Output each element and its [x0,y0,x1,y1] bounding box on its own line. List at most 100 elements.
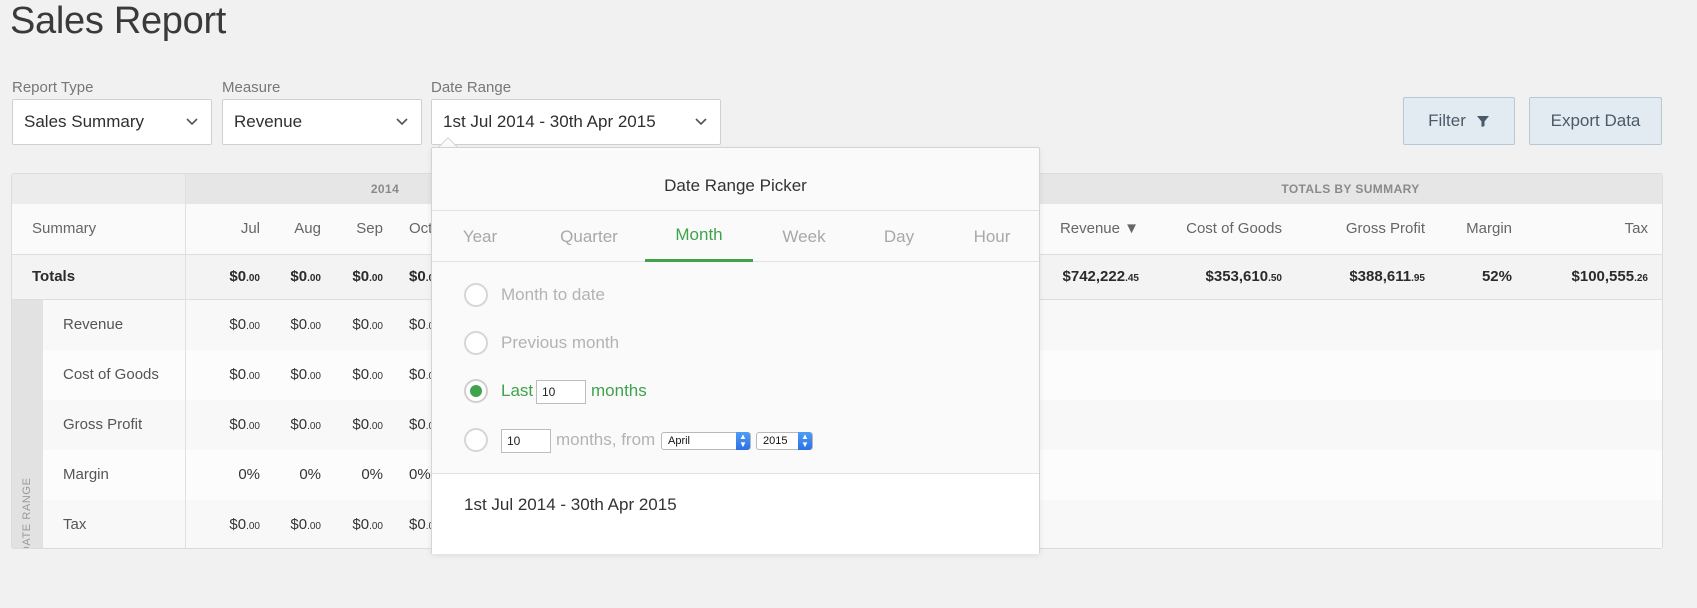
from-year-select[interactable]: 2015 ▲ ▼ [756,432,813,450]
date-range-label: Date Range [431,79,512,96]
cell-amount: $0 [290,316,308,333]
cell-cents: .00 [369,273,383,284]
table-cell: $100,555.26 [1572,268,1648,285]
cell-cents: .00 [246,521,260,532]
summary-col-cost-of-goods[interactable]: Cost of Goods [1186,220,1282,237]
summary-col-tax[interactable]: Tax [1625,220,1648,237]
cell-cents: .00 [307,273,321,284]
picker-footer: 1st Jul 2014 - 30th Apr 2015 [432,473,1039,554]
month-header[interactable]: Aug [294,220,321,237]
table-cell: $388,611.95 [1349,268,1425,285]
cell-cents: .00 [307,371,321,382]
date-range-value: 1st Jul 2014 - 30th Apr 2015 [443,112,656,131]
cell-amount: $0 [229,416,247,433]
cell-amount: $0 [290,416,308,433]
cell-amount: $0 [229,316,247,333]
table-cell: $0.00 [290,316,321,333]
summary-col-revenue[interactable]: Revenue ▼ [1060,220,1139,237]
report-type-label: Report Type [12,79,94,96]
tab-month[interactable]: Month [645,211,753,262]
table-cell: $0.00 [290,516,321,533]
row-label: Cost of Goods [63,366,159,383]
export-data-label: Export Data [1550,111,1641,130]
filter-button-label: Filter [1428,111,1466,130]
table-cell: $0.00 [352,366,383,383]
radio-months-from[interactable] [464,428,488,452]
tab-year[interactable]: Year [432,211,528,262]
option-months-from-label: months, from [556,430,656,449]
side-band: TOTALS BY DATE RANGE [12,300,43,548]
row-label: Margin [63,466,109,483]
picker-title: Date Range Picker [664,176,807,195]
radio-last-months[interactable] [464,379,488,403]
cell-amount: $0 [290,516,308,533]
tab-day[interactable]: Day [855,211,943,262]
summary-col-gross-profit[interactable]: Gross Profit [1346,220,1425,237]
table-cell: 0% [238,466,260,483]
cell-amount: $0 [290,366,308,383]
cell-cents: .00 [307,321,321,332]
cell-cents: .00 [369,371,383,382]
cell-cents: .00 [246,371,260,382]
from-month-value: April [668,435,691,447]
tab-quarter[interactable]: Quarter [528,211,650,262]
months-from-input[interactable]: 10 [501,429,551,453]
from-year-value: 2015 [763,435,788,447]
summary-col-margin[interactable]: Margin [1466,220,1512,237]
tab-week[interactable]: Week [753,211,855,262]
table-cell: $0.00 [229,516,260,533]
cell-amount: $0 [229,516,247,533]
cell-cents: .00 [369,421,383,432]
date-range-picker: Date Range Picker Year Quarter Month Wee… [431,147,1040,554]
cell-amount: $742,222 [1062,268,1126,285]
cell-cents: .00 [246,421,260,432]
month-header[interactable]: Sep [356,220,383,237]
cell-amount: 52% [1481,268,1512,285]
cell-cents: .95 [1411,273,1425,284]
table-cell: $353,610.50 [1206,268,1282,285]
last-months-input[interactable]: 10 [536,380,586,404]
select-arrows-icon: ▲ ▼ [736,432,750,450]
row-label: Tax [63,516,87,533]
measure-label: Measure [222,79,281,96]
table-cell: $0.00 [352,416,383,433]
radio-previous-month[interactable] [464,331,488,355]
month-header[interactable]: Oct [409,220,432,237]
tab-hour[interactable]: Hour [943,211,1041,262]
measure-select[interactable]: Revenue [222,99,422,145]
from-month-select[interactable]: April ▲ ▼ [661,432,751,450]
radio-month-to-date[interactable] [464,283,488,307]
totals-label: Totals [32,268,76,285]
cell-amount: $0 [352,316,370,333]
cell-amount: 0% [238,466,260,483]
table-cell: 0% [299,466,321,483]
cell-amount: $0 [290,268,308,285]
measure-value: Revenue [234,112,303,131]
table-cell: 0% [409,466,431,483]
chevron-down-icon [396,118,408,126]
table-corner [12,174,185,204]
cell-amount: $0 [409,268,426,285]
cell-amount: $0 [409,516,426,533]
table-cell: $0.00 [290,416,321,433]
table-cell: $742,222.45 [1063,268,1139,285]
export-data-button[interactable]: Export Data [1529,97,1662,145]
filter-funnel-icon [1476,116,1489,127]
table-cell: 0% [361,466,383,483]
select-arrows-icon: ▲ ▼ [798,432,812,450]
cell-cents: .50 [1268,273,1282,284]
month-header[interactable]: Jul [241,220,260,237]
cell-amount: $100,555 [1571,268,1635,285]
cell-cents: .00 [307,421,321,432]
summary-column-header: Summary [32,220,97,237]
filter-button[interactable]: Filter [1403,97,1515,145]
cell-cents: .45 [1125,273,1139,284]
report-type-select[interactable]: Sales Summary [12,99,212,145]
cell-cents: .00 [246,321,260,332]
table-cell: $0.00 [229,268,260,285]
cell-amount: $0 [352,366,370,383]
table-cell: $0.00 [229,416,260,433]
table-cell: $0.00 [352,268,383,285]
date-range-select[interactable]: 1st Jul 2014 - 30th Apr 2015 [431,99,721,145]
cell-cents: .00 [369,521,383,532]
